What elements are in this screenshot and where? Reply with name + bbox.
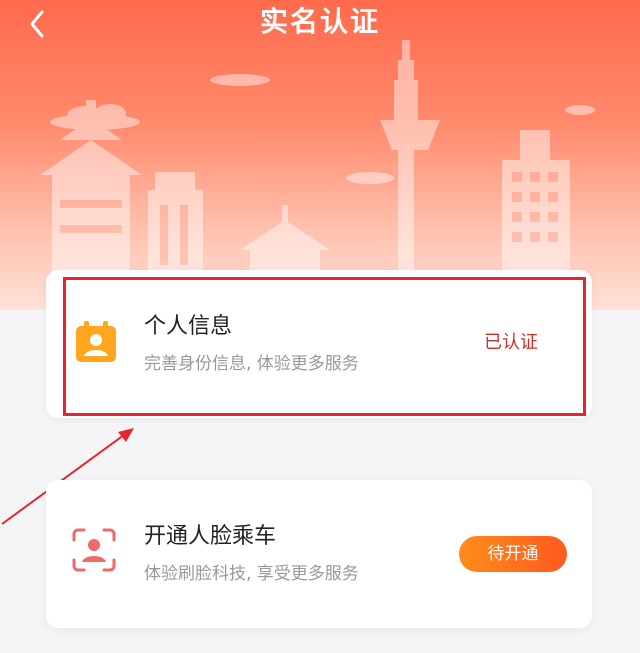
activate-button[interactable]: 待开通 xyxy=(459,536,567,572)
page-title: 实名认证 xyxy=(259,5,380,38)
highlight-annotation-box xyxy=(63,277,586,416)
face-ride-subtitle: 体验刷脸科技, 享受更多服务 xyxy=(144,564,359,584)
header-background xyxy=(0,0,640,310)
city-skyline-illustration xyxy=(40,40,595,290)
face-scan-icon xyxy=(70,526,118,574)
face-ride-title: 开通人脸乘车 xyxy=(144,524,277,549)
face-ride-card[interactable]: 开通人脸乘车 体验刷脸科技, 享受更多服务 待开通 xyxy=(46,480,592,628)
